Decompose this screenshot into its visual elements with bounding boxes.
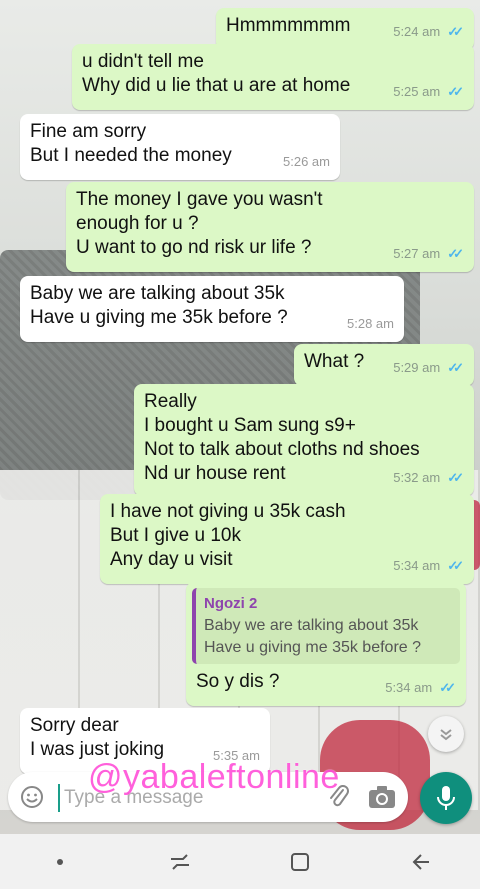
read-ticks-icon: ✓✓ bbox=[447, 84, 464, 99]
home-button[interactable] bbox=[280, 842, 320, 882]
quoted-message[interactable]: Ngozi 2 Baby we are talking about 35k Ha… bbox=[192, 588, 460, 664]
message-time: 5:27 am bbox=[393, 246, 441, 261]
emoji-icon[interactable] bbox=[20, 785, 44, 809]
mic-icon bbox=[437, 786, 455, 810]
watermark-text: @yabaleftonline bbox=[88, 758, 340, 796]
camera-icon[interactable] bbox=[368, 785, 396, 809]
message-text: Baby we are talking about 35k Have u giv… bbox=[30, 283, 288, 328]
home-icon bbox=[291, 852, 309, 871]
quoted-text: Baby we are talking about 35k Have u giv… bbox=[204, 617, 422, 656]
message-time: 5:34 am bbox=[393, 558, 441, 573]
message-bubble[interactable]: u didn't tell me Why did u lie that u ar… bbox=[72, 44, 474, 110]
nav-dot-icon bbox=[57, 858, 63, 865]
back-button[interactable] bbox=[400, 842, 440, 882]
read-ticks-icon: ✓✓ bbox=[447, 470, 464, 485]
read-ticks-icon: ✓✓ bbox=[447, 246, 464, 261]
message-bubble[interactable]: I have not giving u 35k cash But I give … bbox=[100, 494, 474, 584]
message-bubble[interactable]: What ? 5:29 am ✓✓ bbox=[294, 344, 474, 386]
message-bubble[interactable]: Baby we are talking about 35k Have u giv… bbox=[20, 276, 404, 342]
message-time: 5:26 am bbox=[283, 154, 330, 169]
message-time: 5:28 am bbox=[347, 316, 394, 331]
read-ticks-icon: ✓✓ bbox=[447, 558, 464, 573]
message-bubble[interactable]: Fine am sorry But I needed the money 5:2… bbox=[20, 114, 340, 180]
recent-apps-button[interactable] bbox=[160, 842, 200, 882]
chevron-down-icon bbox=[440, 729, 452, 741]
message-time: 5:32 am bbox=[393, 470, 441, 485]
message-time: 5:25 am bbox=[393, 84, 441, 99]
message-time: 5:34 am bbox=[385, 680, 433, 695]
back-icon bbox=[412, 853, 429, 870]
nav-dot-button[interactable] bbox=[40, 842, 80, 882]
message-bubble[interactable]: Ngozi 2 Baby we are talking about 35k Ha… bbox=[186, 582, 466, 706]
message-bubble[interactable]: Really I bought u Sam sung s9+ Not to ta… bbox=[134, 384, 474, 496]
message-time: 5:29 am bbox=[393, 360, 441, 375]
quoted-sender-name: Ngozi 2 bbox=[204, 595, 258, 612]
read-ticks-icon: ✓✓ bbox=[447, 24, 464, 39]
read-ticks-icon: ✓✓ bbox=[439, 680, 456, 695]
scroll-to-bottom-button[interactable] bbox=[428, 716, 464, 752]
recent-apps-icon bbox=[171, 853, 189, 870]
voice-record-button[interactable] bbox=[420, 772, 472, 824]
system-navigation-bar bbox=[0, 834, 480, 889]
message-bubble[interactable]: The money I gave you wasn't enough for u… bbox=[66, 182, 474, 272]
read-ticks-icon: ✓✓ bbox=[447, 360, 464, 375]
message-time: 5:24 am bbox=[393, 24, 441, 39]
